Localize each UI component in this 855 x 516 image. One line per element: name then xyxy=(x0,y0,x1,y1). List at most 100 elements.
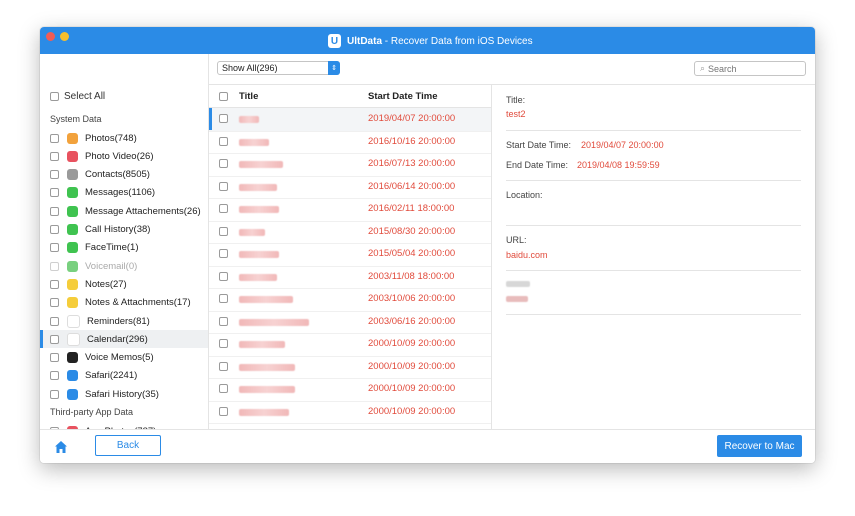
checkbox[interactable] xyxy=(50,188,59,198)
sidebar-item-voice-memos[interactable]: Voice Memos(5) xyxy=(40,349,208,367)
checkbox[interactable] xyxy=(50,92,59,101)
row-checkbox[interactable] xyxy=(219,226,228,236)
sidebar-item-safari-history[interactable]: Safari History(35) xyxy=(40,385,208,403)
redacted-title xyxy=(239,386,295,393)
sidebar-item-safari[interactable]: Safari(2241) xyxy=(40,367,208,385)
checkbox[interactable] xyxy=(50,170,59,180)
sidebar-item-label: Call History(38) xyxy=(85,224,151,235)
sidebar-item-photo-video[interactable]: Photo Video(26) xyxy=(40,147,208,165)
row-checkbox[interactable] xyxy=(219,271,228,281)
row-checkbox[interactable] xyxy=(219,294,228,303)
reminders-icon xyxy=(67,314,80,328)
row-checkbox[interactable] xyxy=(219,249,228,258)
sidebar-item-voicemail[interactable]: Voicemail(0) xyxy=(40,257,208,275)
table-row[interactable]: 2015/08/30 20:00:00 xyxy=(209,221,491,244)
checkbox[interactable] xyxy=(50,279,59,289)
back-button[interactable]: Back xyxy=(95,435,161,456)
voice-memos-icon xyxy=(67,352,78,364)
recover-to-mac-button[interactable]: Recover to Mac xyxy=(717,435,802,457)
table-row[interactable]: 2015/05/04 20:00:00 xyxy=(209,243,491,267)
row-checkbox[interactable] xyxy=(219,339,228,348)
home-icon[interactable] xyxy=(54,440,68,454)
select-all-rows-checkbox[interactable] xyxy=(219,92,228,101)
sidebar-item-contacts[interactable]: Contacts(8505) xyxy=(40,166,208,184)
checkbox[interactable] xyxy=(50,334,59,344)
photos-icon xyxy=(67,132,78,144)
sidebar-item-photos[interactable]: Photos(748) xyxy=(40,129,208,147)
window-title: U UltData - Recover Data from iOS Device… xyxy=(328,33,533,49)
sidebar-item-notes[interactable]: Notes(27) xyxy=(40,275,208,293)
sidebar-item-message-attachements[interactable]: Message Attachements(26) xyxy=(40,202,208,220)
table-header: Title Start Date Time xyxy=(209,85,491,108)
table-row[interactable]: 2016/06/14 20:00:00 xyxy=(209,176,491,199)
column-title[interactable]: Title xyxy=(239,91,258,102)
sidebar-item-notes-attachments[interactable]: Notes & Attachments(17) xyxy=(40,294,208,312)
table-row[interactable]: 2019/04/07 20:00:00 xyxy=(209,108,491,132)
checkbox[interactable] xyxy=(50,389,59,399)
sidebar-item-reminders[interactable]: Reminders(81) xyxy=(40,312,208,330)
sidebar-item-calendar[interactable]: Calendar(296) xyxy=(40,330,208,349)
table-row[interactable]: 2003/10/06 20:00:00 xyxy=(209,288,491,312)
row-start-date: 2003/11/08 18:00:00 xyxy=(368,270,455,282)
row-start-date: 2000/10/09 20:00:00 xyxy=(368,405,456,417)
row-checkbox[interactable] xyxy=(219,204,228,213)
sidebar-item-messages[interactable]: Messages(1106) xyxy=(40,184,208,202)
table-row[interactable]: 2003/11/08 18:00:00 xyxy=(209,266,491,289)
row-checkbox[interactable] xyxy=(219,406,228,416)
divider xyxy=(506,130,801,131)
row-start-date: 2019/04/07 20:00:00 xyxy=(368,113,456,124)
filter-select[interactable]: Show All(296) ⇕ xyxy=(217,61,340,75)
window-title-suffix: - Recover Data from iOS Devices xyxy=(382,35,533,47)
redacted-title xyxy=(239,341,285,348)
title-bar: U UltData - Recover Data from iOS Device… xyxy=(40,27,815,54)
row-checkbox[interactable] xyxy=(219,159,228,168)
row-start-date: 2016/07/13 20:00:00 xyxy=(368,158,456,169)
checkbox[interactable] xyxy=(50,298,59,308)
table-row[interactable]: 2016/07/13 20:00:00 xyxy=(209,153,491,177)
table-row[interactable]: 2000/10/09 20:00:00 xyxy=(209,401,491,424)
sidebar-item-call-history[interactable]: Call History(38) xyxy=(40,221,208,239)
checkbox[interactable] xyxy=(50,151,59,161)
checkbox[interactable] xyxy=(50,353,59,363)
redacted-title xyxy=(239,183,277,191)
row-checkbox[interactable] xyxy=(219,136,228,146)
search-box[interactable]: ⌕ xyxy=(694,61,806,76)
row-start-date: 2000/10/09 20:00:00 xyxy=(368,360,456,372)
checkbox[interactable] xyxy=(50,206,59,216)
photo-video-icon xyxy=(67,150,78,162)
sidebar-item-label: Photo Video(26) xyxy=(85,150,154,162)
checkbox[interactable] xyxy=(50,243,59,253)
table-row[interactable]: 2016/02/11 18:00:00 xyxy=(209,198,491,222)
list-toolbar: Show All(296) ⇕ ⌕ xyxy=(209,54,815,85)
detail-url-value[interactable]: baidu.com xyxy=(506,250,548,260)
close-window-button[interactable] xyxy=(46,32,55,41)
row-checkbox[interactable] xyxy=(219,361,228,371)
checkbox[interactable] xyxy=(50,371,59,381)
row-checkbox[interactable] xyxy=(219,181,228,191)
sidebar-item-label: Photos(748) xyxy=(85,132,137,144)
table-row[interactable]: 2000/10/09 20:00:00 xyxy=(209,356,491,379)
row-checkbox[interactable] xyxy=(219,384,228,393)
checkbox[interactable] xyxy=(50,133,59,143)
table-row[interactable]: 2000/10/09 20:00:00 xyxy=(209,378,491,402)
row-checkbox[interactable] xyxy=(219,316,228,326)
table-row[interactable]: 2000/10/09 20:00:00 xyxy=(209,333,491,357)
column-start-date[interactable]: Start Date Time xyxy=(368,91,438,102)
chevron-updown-icon[interactable]: ⇕ xyxy=(328,61,340,75)
table-row[interactable]: 2003/06/16 20:00:00 xyxy=(209,311,491,334)
table-row[interactable]: 2016/10/16 20:00:00 xyxy=(209,131,491,154)
row-start-date: 2016/10/16 20:00:00 xyxy=(368,135,456,147)
checkbox[interactable] xyxy=(50,316,59,326)
select-all-checkbox[interactable]: Select All xyxy=(50,91,105,102)
sidebar-item-label: Safari History(35) xyxy=(85,388,159,400)
detail-title-value: test2 xyxy=(506,109,526,119)
row-checkbox[interactable] xyxy=(219,114,228,123)
minimize-window-button[interactable] xyxy=(60,32,69,41)
checkbox[interactable] xyxy=(50,261,59,271)
sidebar-item-label: Messages(1106) xyxy=(85,187,156,199)
sidebar-item-facetime[interactable]: FaceTime(1) xyxy=(40,239,208,257)
checkbox[interactable] xyxy=(50,225,59,234)
redacted-title xyxy=(239,251,279,258)
search-input[interactable] xyxy=(708,63,795,74)
redacted-value xyxy=(506,296,528,302)
